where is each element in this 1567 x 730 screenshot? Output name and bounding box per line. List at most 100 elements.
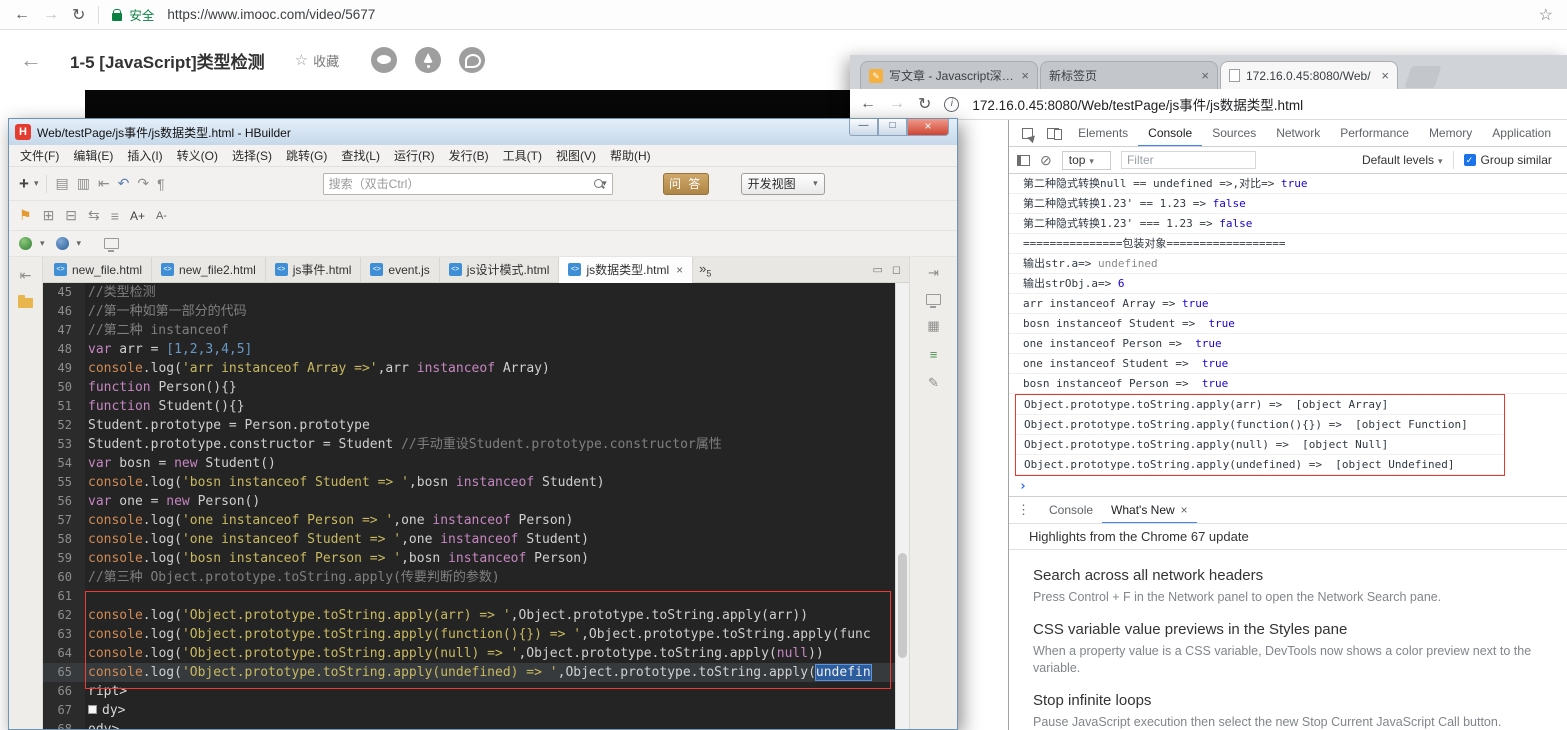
page-info-icon[interactable]: i — [944, 96, 960, 112]
console-message[interactable]: 输出str.a=> undefined — [1009, 254, 1567, 274]
font-increase-button[interactable]: A+ — [130, 209, 145, 223]
console-message[interactable]: 第二种隐式转换1.23' == 1.23 => false — [1009, 194, 1567, 214]
tab-close-icon[interactable]: × — [1381, 68, 1389, 83]
log-levels-dropdown[interactable]: Default levels ▾ — [1362, 153, 1443, 167]
video-player[interactable] — [85, 90, 850, 120]
browser-tab[interactable]: 新标签页 × — [1040, 61, 1218, 89]
code-line[interactable]: 63 console.log('Object.prototype.toString… — [43, 625, 895, 644]
code-line[interactable]: 47//第二种 instanceof — [43, 321, 895, 340]
preview-icon[interactable] — [926, 294, 941, 308]
save-all-icon[interactable]: ▥ — [77, 175, 90, 192]
editor-scrollbar[interactable] — [895, 283, 909, 729]
back-button[interactable]: ← — [860, 95, 876, 113]
forward-button[interactable]: → — [43, 6, 59, 24]
edit-pencil-icon[interactable]: ✎ — [928, 375, 939, 391]
code-line[interactable]: 68ody> — [43, 720, 895, 729]
editor-tab[interactable]: <> js事件.html — [266, 256, 362, 283]
code-line[interactable]: 66 ript> — [43, 682, 895, 701]
code-line[interactable]: 67 dy> — [43, 701, 895, 720]
fold-marker[interactable] — [88, 705, 97, 714]
notification-bell-icon[interactable] — [415, 47, 442, 73]
debug-browser-icon[interactable] — [55, 237, 69, 250]
code-line[interactable]: 57 console.log('one instanceof Person => … — [43, 511, 895, 530]
group-similar-checkbox[interactable]: ✓ Group similar — [1463, 153, 1552, 167]
search-input[interactable] — [328, 176, 594, 191]
code-line[interactable]: 56 var one = new Person() — [43, 492, 895, 511]
menu-item[interactable]: 文件(F) — [13, 147, 66, 164]
console-message[interactable]: Object.prototype.toString.apply(undefine… — [1016, 455, 1504, 475]
redo-icon[interactable]: ↷ — [137, 175, 149, 192]
menu-item[interactable]: 发行(B) — [442, 147, 496, 164]
code-line[interactable]: 50 function Person(){} — [43, 378, 895, 397]
editor-tab[interactable]: <> new_file2.html — [152, 256, 266, 283]
font-decrease-button[interactable]: A- — [156, 210, 167, 222]
code-line[interactable]: 59 console.log('bosn instanceof Person =>… — [43, 549, 895, 568]
minimize-editor-icon[interactable]: ▭ — [872, 263, 882, 276]
menu-item[interactable]: 查找(L) — [334, 147, 387, 164]
format-icon[interactable]: ¶ — [157, 176, 165, 192]
menu-item[interactable]: 插入(I) — [120, 147, 169, 164]
device-preview-icon[interactable] — [104, 238, 120, 252]
drawer-tab[interactable]: What's New × — [1102, 497, 1197, 524]
reload-button[interactable]: ↻ — [72, 5, 85, 25]
close-button[interactable]: × — [907, 119, 949, 136]
console-message[interactable]: one instanceof Person => true — [1009, 334, 1567, 354]
devtools-tab-sources[interactable]: Sources — [1202, 120, 1266, 146]
menu-item[interactable]: 视图(V) — [549, 147, 603, 164]
swap-icon[interactable]: ⇆ — [88, 207, 100, 224]
dock-left-icon[interactable]: ⇤ — [20, 267, 32, 284]
console-message[interactable]: one instanceof Student => true — [1009, 354, 1567, 374]
list-icon[interactable]: ≡ — [111, 208, 119, 224]
project-explorer-icon[interactable] — [18, 295, 33, 308]
menu-item[interactable]: 编辑(E) — [66, 147, 120, 164]
goto-icon[interactable]: ⇤ — [98, 175, 110, 192]
devtools-tab-console[interactable]: Console — [1138, 120, 1202, 146]
resources-icon[interactable]: ≡ — [930, 347, 938, 362]
editor-tab[interactable]: <> js设计模式.html — [440, 256, 560, 283]
menu-item[interactable]: 帮助(H) — [603, 147, 658, 164]
editor-tab[interactable]: <> js数据类型.html × — [559, 256, 694, 283]
browser-tab[interactable]: ✎ 写文章 - Javascript深入... × — [860, 61, 1038, 89]
outline-icon[interactable]: ▦ — [927, 318, 939, 334]
tab-close-icon[interactable]: × — [1181, 497, 1188, 524]
code-line[interactable]: 55 console.log('bosn instanceof Student =… — [43, 473, 895, 492]
menu-item[interactable]: 选择(S) — [225, 147, 279, 164]
console-message[interactable]: bosn instanceof Person => true — [1009, 374, 1567, 394]
code-line[interactable]: 58 console.log('one instanceof Student =>… — [43, 530, 895, 549]
devtools-tab-elements[interactable]: Elements — [1068, 120, 1138, 146]
console-sidebar-icon[interactable] — [1017, 154, 1030, 166]
search-icon[interactable] — [593, 178, 605, 190]
console-prompt[interactable]: › — [1009, 476, 1567, 496]
menu-item[interactable]: 跳转(G) — [279, 147, 334, 164]
hbuilder-titlebar[interactable]: H Web/testPage/js事件/js数据类型.html - HBuild… — [9, 119, 957, 145]
console-message[interactable]: Object.prototype.toString.apply(function… — [1016, 415, 1504, 435]
chevron-down-icon[interactable]: ▾ — [77, 238, 82, 249]
indent-icon[interactable]: ⊞ — [43, 207, 55, 224]
new-tab-button[interactable] — [1404, 66, 1442, 88]
code-line[interactable]: 46//第一种如第一部分的代码 — [43, 302, 895, 321]
outdent-icon[interactable]: ⊟ — [65, 207, 77, 224]
devtools-tab-memory[interactable]: Memory — [1419, 120, 1482, 146]
menu-item[interactable]: 工具(T) — [496, 147, 549, 164]
qa-button[interactable]: 问 答 — [662, 172, 709, 195]
inspect-element-icon[interactable] — [1022, 127, 1033, 139]
context-selector[interactable]: top ▾ — [1061, 150, 1111, 170]
console-message[interactable]: arr instanceof Array => true — [1009, 294, 1567, 314]
code-line[interactable]: 49 console.log('arr instanceof Array =>',… — [43, 359, 895, 378]
code-line[interactable]: 65 console.log('Object.prototype.toString… — [43, 663, 895, 682]
more-options-icon[interactable]: ⋮ — [1017, 502, 1030, 518]
drawer-tab[interactable]: Console — [1040, 497, 1102, 524]
chevron-down-icon[interactable]: ▾ — [34, 178, 39, 189]
favorite-button[interactable]: ☆ 收藏 — [295, 51, 339, 70]
address-bar[interactable]: https://www.imooc.com/video/5677 — [167, 7, 375, 22]
undo-icon[interactable]: ↶ — [118, 175, 130, 192]
devtools-tab-performance[interactable]: Performance — [1330, 120, 1419, 146]
dock-right-icon[interactable]: ⇥ — [928, 265, 939, 281]
bookmark-star-icon[interactable]: ☆ — [1539, 5, 1553, 25]
menu-item[interactable]: 转义(O) — [170, 147, 225, 164]
qq-share-icon[interactable] — [371, 47, 398, 73]
console-message[interactable]: 第二种隐式转换1.23' === 1.23 => false — [1009, 214, 1567, 234]
code-line[interactable]: 64 console.log('Object.prototype.toString… — [43, 644, 895, 663]
reload-button[interactable]: ↻ — [918, 94, 931, 114]
page-back-icon[interactable]: ← — [20, 47, 42, 73]
